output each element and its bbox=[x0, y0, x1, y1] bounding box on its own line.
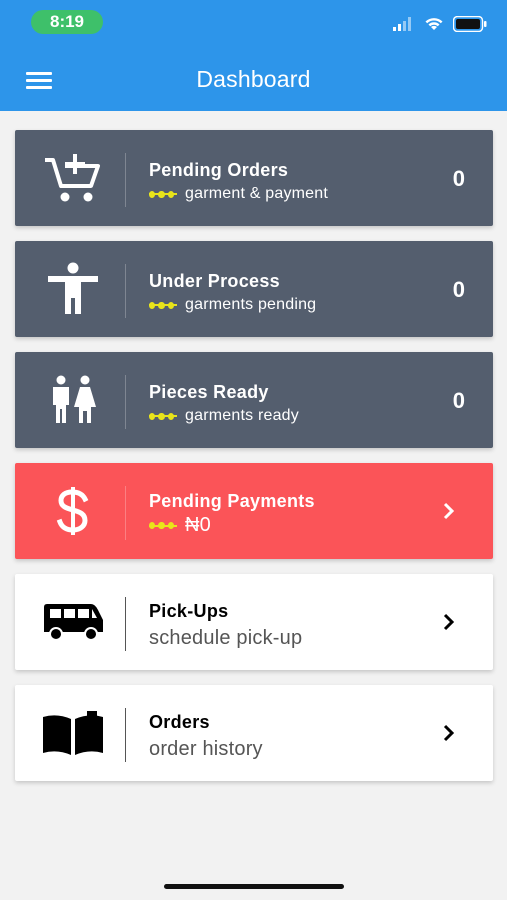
card-subtitle-text: garments ready bbox=[185, 407, 299, 424]
card-subtitle: garment & payment bbox=[149, 185, 328, 203]
card-title: Pending Payments bbox=[149, 491, 315, 511]
card-subtitle: schedule pick-up bbox=[149, 627, 302, 650]
divider bbox=[125, 597, 126, 651]
pieces-ready-card[interactable]: Pieces Ready garments ready 0 bbox=[15, 352, 493, 448]
signal-icon bbox=[393, 17, 411, 31]
battery-icon bbox=[453, 16, 487, 32]
divider bbox=[125, 375, 126, 429]
dots-icon bbox=[149, 190, 177, 198]
card-count: 0 bbox=[452, 166, 465, 191]
chevron-right-icon bbox=[443, 502, 455, 520]
orders-card[interactable]: Orders order history bbox=[15, 685, 493, 781]
book-icon bbox=[37, 685, 109, 781]
card-title: Pick-Ups bbox=[149, 601, 229, 621]
card-count: 0 bbox=[452, 388, 465, 413]
dots-icon bbox=[149, 301, 177, 309]
pending-orders-card[interactable]: Pending Orders garment & payment 0 bbox=[15, 130, 493, 226]
divider bbox=[125, 486, 126, 540]
add-to-cart-icon bbox=[37, 130, 109, 226]
card-subtitle: garments ready bbox=[149, 407, 299, 425]
card-subtitle-text: garments pending bbox=[185, 296, 317, 313]
wifi-icon bbox=[425, 18, 443, 30]
card-subtitle: ₦0 bbox=[149, 514, 211, 537]
people-icon bbox=[37, 352, 109, 448]
dots-icon bbox=[149, 522, 177, 530]
dollar-icon bbox=[37, 463, 109, 559]
app-header: 8:19 Dashboard bbox=[0, 0, 507, 111]
van-icon bbox=[37, 574, 109, 670]
card-subtitle: order history bbox=[149, 738, 263, 761]
card-amount: ₦0 bbox=[185, 514, 211, 536]
dots-icon bbox=[149, 412, 177, 420]
card-title: Orders bbox=[149, 712, 210, 732]
card-subtitle: garments pending bbox=[149, 296, 316, 314]
pick-ups-card[interactable]: Pick-Ups schedule pick-up bbox=[15, 574, 493, 670]
person-icon bbox=[37, 241, 109, 337]
divider bbox=[125, 153, 126, 207]
card-subtitle-text: order history bbox=[149, 738, 263, 760]
chevron-right-icon bbox=[443, 724, 455, 742]
divider bbox=[125, 708, 126, 762]
card-subtitle-text: schedule pick-up bbox=[149, 627, 303, 649]
card-count: 0 bbox=[452, 277, 465, 302]
pending-payments-card[interactable]: Pending Payments ₦0 bbox=[15, 463, 493, 559]
chevron-right-icon bbox=[443, 613, 455, 631]
card-title: Pending Orders bbox=[149, 160, 289, 180]
home-indicator[interactable] bbox=[164, 884, 344, 889]
divider bbox=[125, 264, 126, 318]
status-icons bbox=[393, 12, 487, 36]
page-title: Dashboard bbox=[196, 66, 311, 92]
card-subtitle-text: garment & payment bbox=[185, 185, 329, 202]
card-title: Under Process bbox=[149, 271, 280, 291]
status-time: 8:19 bbox=[31, 10, 103, 34]
card-title: Pieces Ready bbox=[149, 382, 269, 402]
under-process-card[interactable]: Under Process garments pending 0 bbox=[15, 241, 493, 337]
